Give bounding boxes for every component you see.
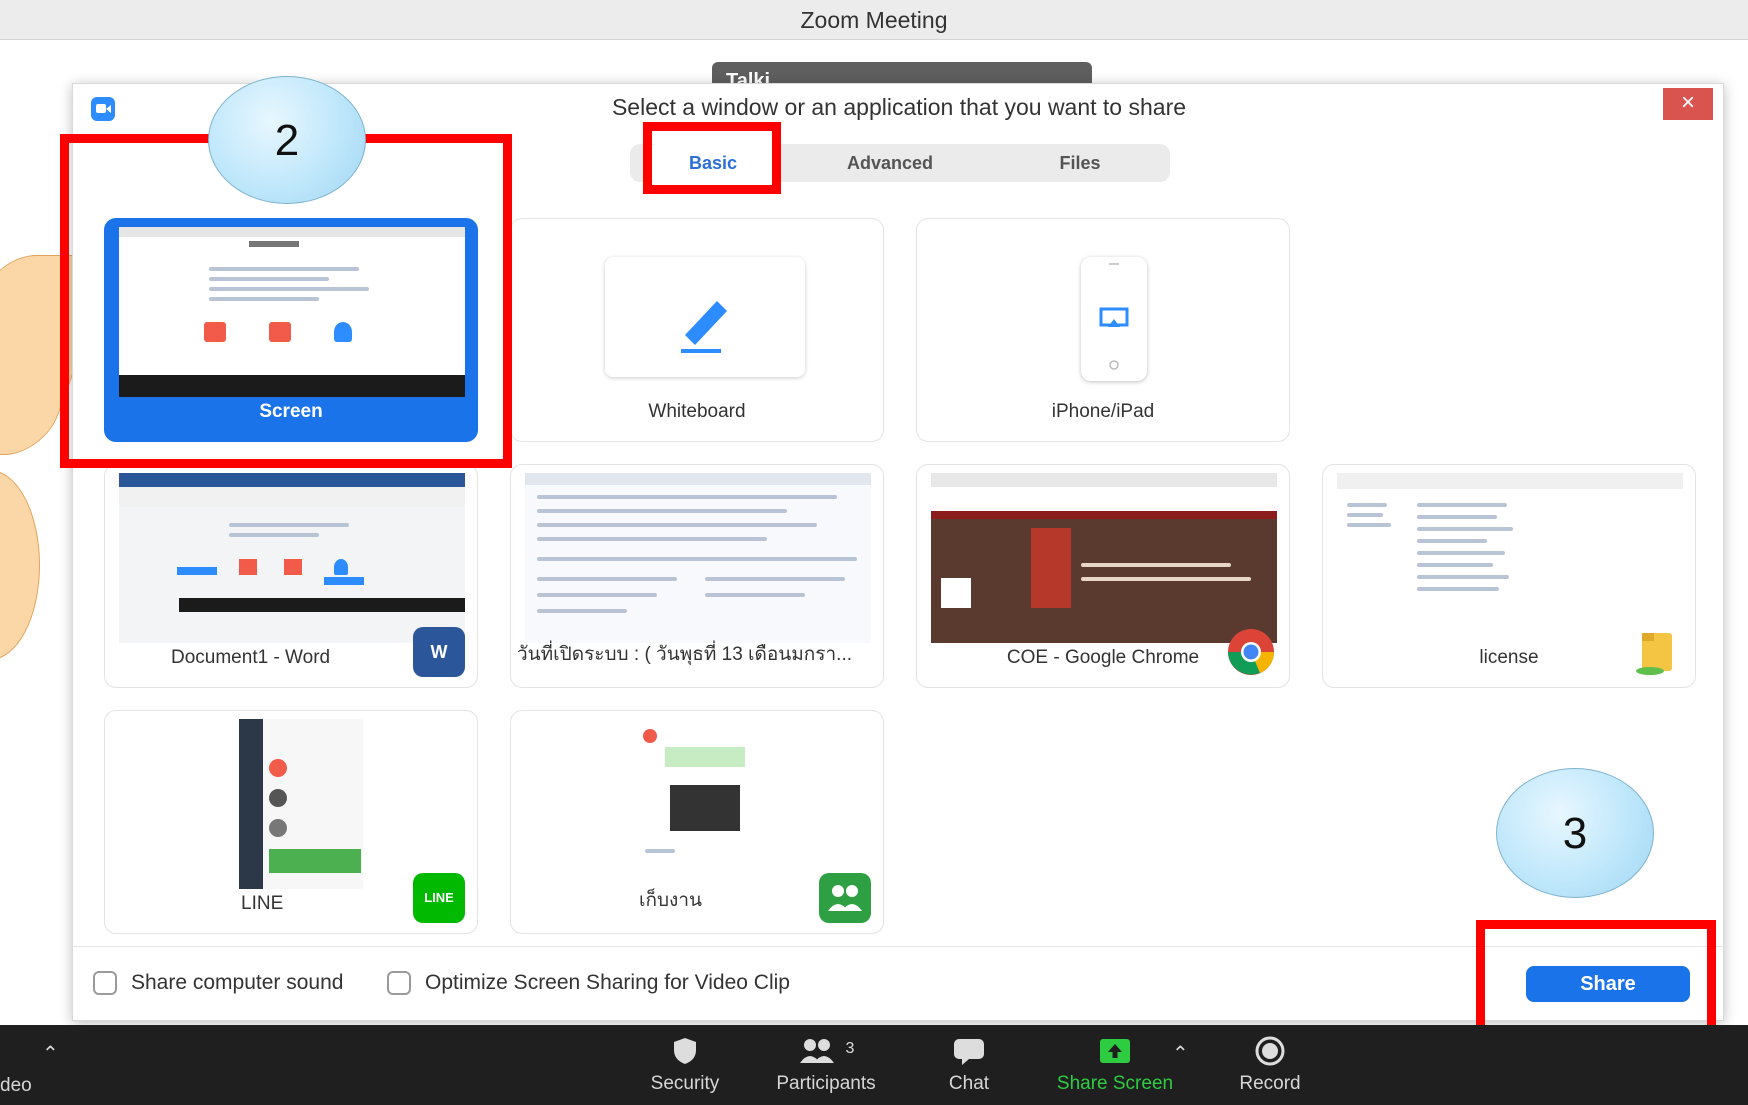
tab-files[interactable]: Files xyxy=(990,144,1170,182)
video-button-partial[interactable]: deo xyxy=(0,1075,32,1097)
callout-shape-bottom xyxy=(0,470,40,660)
document-window-icon xyxy=(525,473,871,643)
line-window-preview xyxy=(119,719,465,889)
participants-label: Participants xyxy=(776,1073,876,1094)
close-button[interactable]: × xyxy=(1663,88,1713,120)
highlight-basic-tab xyxy=(643,122,781,194)
share-sound-label: Share computer sound xyxy=(131,971,344,994)
checkbox-box[interactable] xyxy=(387,971,411,995)
word-window-preview xyxy=(119,473,465,643)
option-label: วันที่เปิดระบบ : ( วันพุธที่ 13 เดือนมกร… xyxy=(517,644,853,665)
record-label: Record xyxy=(1239,1073,1301,1094)
share-window-word[interactable]: W Document1 - Word xyxy=(104,464,478,688)
chat-button[interactable]: Chat xyxy=(924,1035,1014,1095)
security-label: Security xyxy=(650,1073,720,1094)
share-screen-button[interactable]: Share Screen xyxy=(1050,1035,1180,1095)
option-label: COE - Google Chrome xyxy=(1006,647,1200,668)
share-window-document[interactable]: วันที่เปิดระบบ : ( วันพุธที่ 13 เดือนมกร… xyxy=(510,464,884,688)
window-title: Zoom Meeting xyxy=(800,7,948,33)
option-label: LINE xyxy=(241,893,284,914)
step-2-bubble: 2 xyxy=(208,76,366,204)
step-3-bubble: 3 xyxy=(1496,768,1654,898)
share-option-whiteboard[interactable]: Whiteboard xyxy=(510,218,884,442)
tab-advanced[interactable]: Advanced xyxy=(790,144,990,182)
participants-button[interactable]: 3 Participants xyxy=(766,1035,886,1095)
optimize-video-checkbox[interactable]: Optimize Screen Sharing for Video Clip xyxy=(387,971,790,995)
checkbox-box[interactable] xyxy=(93,971,117,995)
share-sound-checkbox[interactable]: Share computer sound xyxy=(93,971,343,995)
video-options-caret-icon[interactable]: ⌃ xyxy=(42,1041,59,1066)
meeting-toolbar: ⌃ deo Security 3 Participants Chat Share… xyxy=(0,1025,1748,1105)
share-screen-label: Share Screen xyxy=(1056,1073,1174,1094)
optimize-video-label: Optimize Screen Sharing for Video Clip xyxy=(425,971,790,994)
shield-icon xyxy=(674,1038,696,1064)
share-option-iphone-ipad[interactable]: iPhone/iPad xyxy=(916,218,1290,442)
chat-icon xyxy=(954,1039,984,1065)
option-label: เก็บงาน xyxy=(639,890,702,911)
pencil-icon xyxy=(681,301,727,353)
participants-icon: 3 xyxy=(766,1035,886,1067)
option-label: Whiteboard xyxy=(648,401,746,422)
share-window-group-chat[interactable]: เก็บงาน xyxy=(510,710,884,934)
record-button[interactable]: Record xyxy=(1220,1035,1320,1095)
explorer-window-preview xyxy=(1337,473,1683,643)
security-button[interactable]: Security xyxy=(640,1035,730,1095)
share-window-line[interactable]: LINE LINE xyxy=(104,710,478,934)
share-window-chrome[interactable]: COE - Google Chrome xyxy=(916,464,1290,688)
chat-window-preview xyxy=(525,719,871,889)
airplay-icon xyxy=(1099,263,1129,370)
iphone-preview xyxy=(931,227,1277,397)
share-options-caret-icon[interactable]: ⌃ xyxy=(1172,1041,1189,1066)
chrome-window-preview xyxy=(931,473,1277,643)
option-label: license xyxy=(1479,647,1539,668)
whiteboard-preview xyxy=(525,227,871,397)
option-label: Document1 - Word xyxy=(171,647,331,668)
window-titlebar: Zoom Meeting xyxy=(0,0,1748,40)
option-label: iPhone/iPad xyxy=(1051,401,1155,422)
phone-frame xyxy=(1081,257,1147,381)
share-screen-icon xyxy=(1100,1039,1130,1063)
participants-count: 3 xyxy=(845,1040,855,1057)
share-window-license[interactable]: license xyxy=(1322,464,1696,688)
record-icon xyxy=(1255,1036,1285,1066)
whiteboard-panel xyxy=(605,257,805,377)
chat-label: Chat xyxy=(948,1073,990,1094)
